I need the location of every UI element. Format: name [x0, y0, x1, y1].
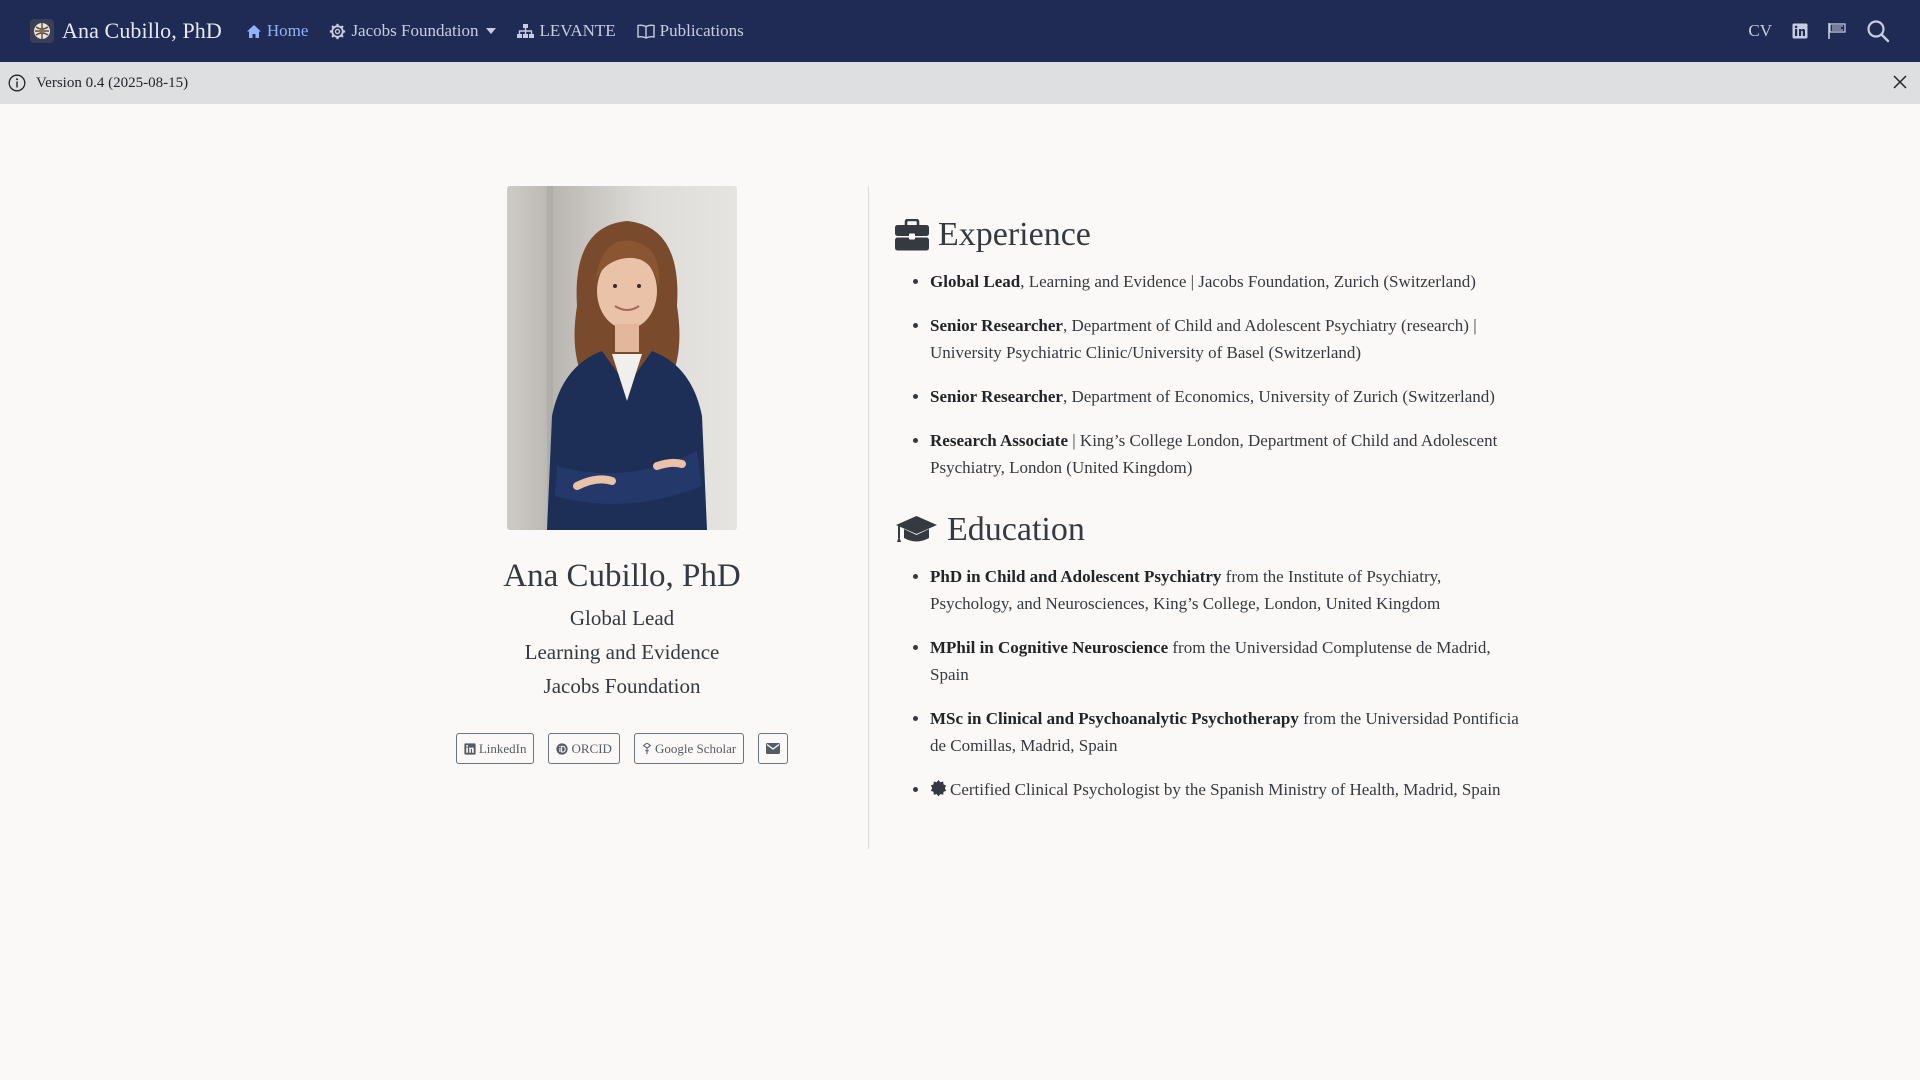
education-degree: PhD in Child and Adolescent Psychiatry [930, 567, 1222, 586]
profile-title-line: Global Lead [569, 606, 675, 630]
nav-home[interactable]: Home [246, 21, 309, 41]
list-item: Research Associate | King’s College Lond… [930, 427, 1525, 481]
experience-heading: Experience [895, 216, 1525, 254]
google-scholar-button[interactable]: Google Scholar [633, 733, 745, 764]
experience-detail: , Learning and Evidence | Jacobs Foundat… [1020, 272, 1476, 291]
orcid-icon [556, 742, 569, 755]
profile-organization-line: Jacobs Foundation [543, 674, 701, 698]
gear-icon [329, 23, 346, 40]
nav-publications-label: Publications [659, 21, 744, 40]
experience-role: Research Associate [930, 431, 1069, 450]
linkedin-icon[interactable] [1792, 23, 1808, 39]
envelope-icon [766, 743, 781, 754]
education-heading: Education [895, 511, 1525, 549]
announcement-text: Version 0.4 (2025-08-15) [36, 74, 189, 91]
nav-publications[interactable]: Publications [636, 21, 744, 41]
experience-detail: , Department of Economics, University of… [1062, 387, 1495, 406]
profile-department-line: Learning and Evidence [524, 640, 720, 664]
nav-jacobs-foundation-dropdown[interactable]: Jacobs Foundation [329, 21, 497, 41]
nav-levante[interactable]: LEVANTE [517, 21, 616, 41]
scholar-icon [642, 742, 652, 755]
nav-links: Home Jacobs Foundation LEVANTE Publicati… [246, 21, 765, 41]
brand-title: Ana Cubillo, PhD [62, 18, 222, 43]
nav-levante-label: LEVANTE [539, 21, 616, 40]
education-title: Education [947, 511, 1085, 548]
close-icon[interactable] [1892, 74, 1908, 90]
experience-list: Global Lead, Learning and Evidence | Jac… [930, 268, 1525, 481]
list-item: MPhil in Cognitive Neuroscience from the… [930, 634, 1525, 688]
education-degree: MSc in Clinical and Psychoanalytic Psych… [930, 709, 1299, 728]
book-icon [636, 23, 655, 39]
list-item: Senior Researcher, Department of Child a… [930, 312, 1525, 366]
list-item: PhD in Child and Adolescent Psychiatry f… [930, 563, 1525, 617]
nav-cv-link[interactable]: CV [1748, 21, 1772, 41]
vertical-divider [868, 186, 869, 849]
certification-text: Certified Clinical Psychologist by the S… [950, 780, 1501, 799]
linkedin-button-label: LinkedIn [478, 740, 527, 756]
nav-right: CV [1748, 19, 1890, 43]
google-scholar-button-label: Google Scholar [654, 740, 737, 756]
profile-photo [507, 186, 737, 530]
education-list: PhD in Child and Adolescent Psychiatry f… [930, 563, 1525, 803]
experience-role: Global Lead [930, 272, 1021, 291]
orcid-flag-icon[interactable] [1828, 23, 1846, 39]
sitemap-icon [517, 23, 535, 39]
briefcase-icon [895, 219, 929, 251]
experience-role: Senior Researcher [930, 316, 1063, 335]
graduation-cap-icon [895, 514, 938, 546]
brain-logo-icon [30, 19, 54, 43]
announcement-bar: Version 0.4 (2025-08-15) [0, 62, 1920, 104]
profile-card: Ana Cubillo, PhD Global Lead Learning an… [420, 186, 824, 764]
top-navbar: Ana Cubillo, PhD Home Jacobs Foundation … [0, 0, 1920, 62]
certificate-icon [930, 780, 947, 797]
brand-link[interactable]: Ana Cubillo, PhD [30, 18, 222, 44]
info-icon [8, 74, 26, 92]
linkedin-icon [464, 742, 476, 755]
education-degree: MPhil in Cognitive Neuroscience [930, 638, 1169, 657]
list-item: Certified Clinical Psychologist by the S… [930, 776, 1525, 803]
orcid-button-label: ORCID [571, 740, 612, 756]
nav-jacobs-foundation-label: Jacobs Foundation [351, 21, 479, 40]
nav-home-label: Home [266, 21, 309, 40]
profile-name: Ana Cubillo, PhD [503, 558, 741, 594]
list-item: Global Lead, Learning and Evidence | Jac… [930, 268, 1525, 295]
social-links: LinkedIn ORCID Google Scholar [420, 733, 824, 764]
list-item: Senior Researcher, Department of Economi… [930, 383, 1525, 410]
caret-down-icon [486, 28, 497, 34]
experience-role: Senior Researcher [930, 387, 1063, 406]
email-button[interactable] [758, 733, 789, 764]
home-icon [246, 24, 262, 39]
orcid-button[interactable]: ORCID [548, 733, 620, 764]
main-content: Experience Global Lead, Learning and Evi… [895, 216, 1525, 820]
search-icon[interactable] [1866, 19, 1890, 43]
experience-title: Experience [938, 216, 1091, 253]
linkedin-button[interactable]: LinkedIn [455, 733, 535, 764]
list-item: MSc in Clinical and Psychoanalytic Psych… [930, 705, 1525, 759]
